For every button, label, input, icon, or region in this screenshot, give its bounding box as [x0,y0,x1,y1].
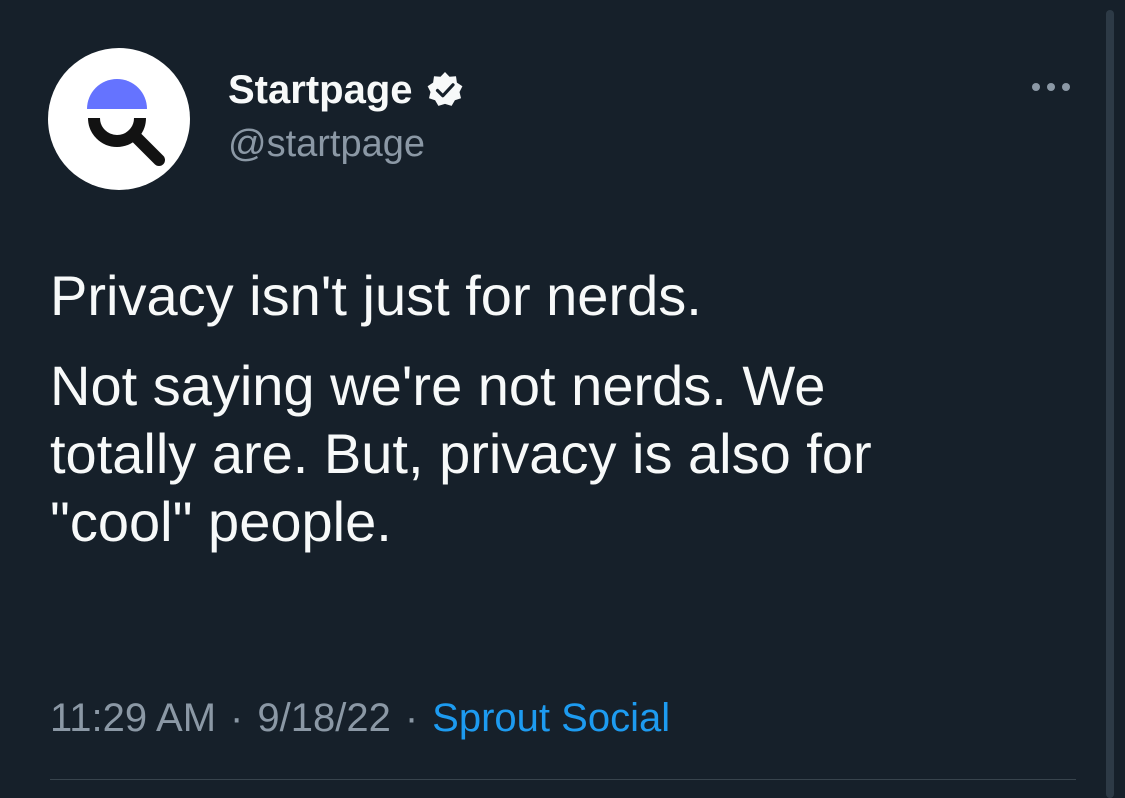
tweet-paragraph-2: Not saying we're not nerds. We totally a… [50,354,872,553]
tweet-divider [50,779,1076,780]
tweet-date[interactable]: 9/18/22 [257,692,390,744]
tweet-paragraph-1: Privacy isn't just for nerds. [50,264,702,327]
more-options-icon [1032,83,1070,91]
meta-separator: · [404,696,419,740]
author-display-name[interactable]: Startpage [228,64,413,116]
tweet-meta: 11:29 AM · 9/18/22 · Sprout Social [50,692,670,744]
tweet-card: Startpage @startpage Privacy isn't just … [0,0,1125,798]
startpage-logo-icon [87,79,165,166]
tweet-body: Privacy isn't just for nerds. Not saying… [50,262,1050,556]
more-options-button[interactable] [1028,74,1074,100]
scrollbar[interactable] [1106,10,1114,798]
author-avatar[interactable] [48,48,190,190]
author-handle[interactable]: @startpage [228,120,425,168]
tweet-time[interactable]: 11:29 AM [50,692,216,744]
meta-separator: · [230,696,244,740]
tweet-source-link[interactable]: Sprout Social [432,692,670,744]
author-name-row: Startpage [228,64,465,116]
verified-badge-icon [425,70,465,110]
